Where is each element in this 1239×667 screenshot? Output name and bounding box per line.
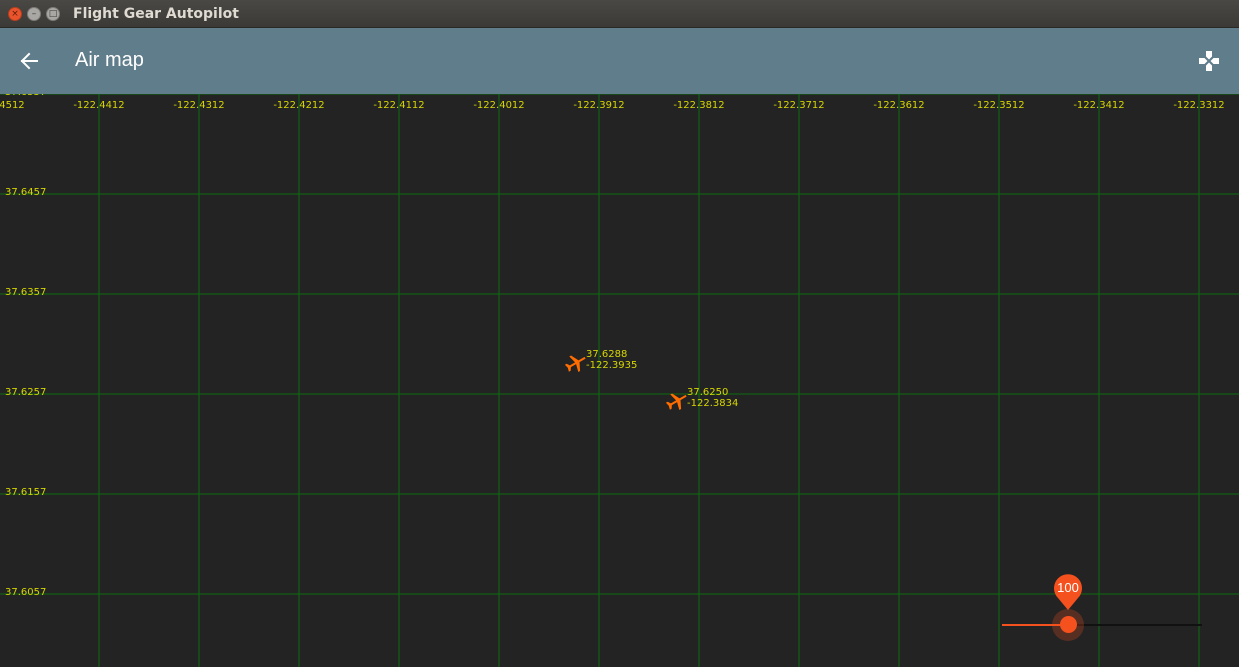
window-titlebar: × – □ Flight Gear Autopilot	[0, 0, 1239, 28]
aircraft-lat-label: 37.6250	[687, 387, 728, 398]
window-minimize-button[interactable]: –	[27, 7, 41, 21]
longitude-label: -122.4012	[473, 100, 524, 111]
longitude-label: -122.3812	[673, 100, 724, 111]
longitude-label: -122.3312	[1173, 100, 1224, 111]
longitude-label: -122.3712	[773, 100, 824, 111]
page-title: Air map	[75, 49, 144, 71]
longitude-label: -122.4212	[273, 100, 324, 111]
arrow-left-icon	[20, 52, 38, 70]
latitude-label: 37.6257	[5, 387, 46, 398]
latitude-label: 37.6457	[5, 187, 46, 198]
aircraft-marker[interactable]: 37.6250-122.3834	[663, 387, 738, 414]
back-button[interactable]	[14, 46, 44, 76]
aircraft-lon-label: -122.3935	[586, 360, 637, 371]
longitude-label: -122.3412	[1073, 100, 1124, 111]
zoom-slider-track[interactable]	[1068, 624, 1202, 626]
app-bar: Air map	[0, 28, 1239, 94]
aircraft-marker[interactable]: 37.6288-122.3935	[562, 349, 637, 376]
longitude-label: -122.4412	[73, 100, 124, 111]
zoom-value-label: 100	[1057, 580, 1079, 595]
longitude-label: -122.4312	[173, 100, 224, 111]
zoom-value-bubble: 100	[1052, 572, 1084, 612]
gamepad-button[interactable]	[1195, 47, 1223, 75]
window-close-button[interactable]: ×	[8, 7, 22, 21]
window-title: Flight Gear Autopilot	[73, 6, 239, 22]
aircraft-lat-label: 37.6288	[586, 349, 627, 360]
longitude-label: -122.4112	[373, 100, 424, 111]
latitude-label: 37.6057	[5, 587, 46, 598]
window-maximize-button[interactable]: □	[46, 7, 60, 21]
latitude-label: 37.6357	[5, 287, 46, 298]
longitude-label: -122.3912	[573, 100, 624, 111]
gamepad-icon	[1199, 51, 1219, 71]
longitude-label: -122.3612	[873, 100, 924, 111]
zoom-slider-thumb[interactable]	[1060, 616, 1077, 633]
latitude-label: 37.6557	[5, 94, 46, 98]
aircraft-lon-label: -122.3834	[687, 398, 738, 409]
latitude-label: 37.6157	[5, 487, 46, 498]
longitude-label: -122.3512	[973, 100, 1024, 111]
longitude-label: -122.4512	[0, 100, 25, 111]
